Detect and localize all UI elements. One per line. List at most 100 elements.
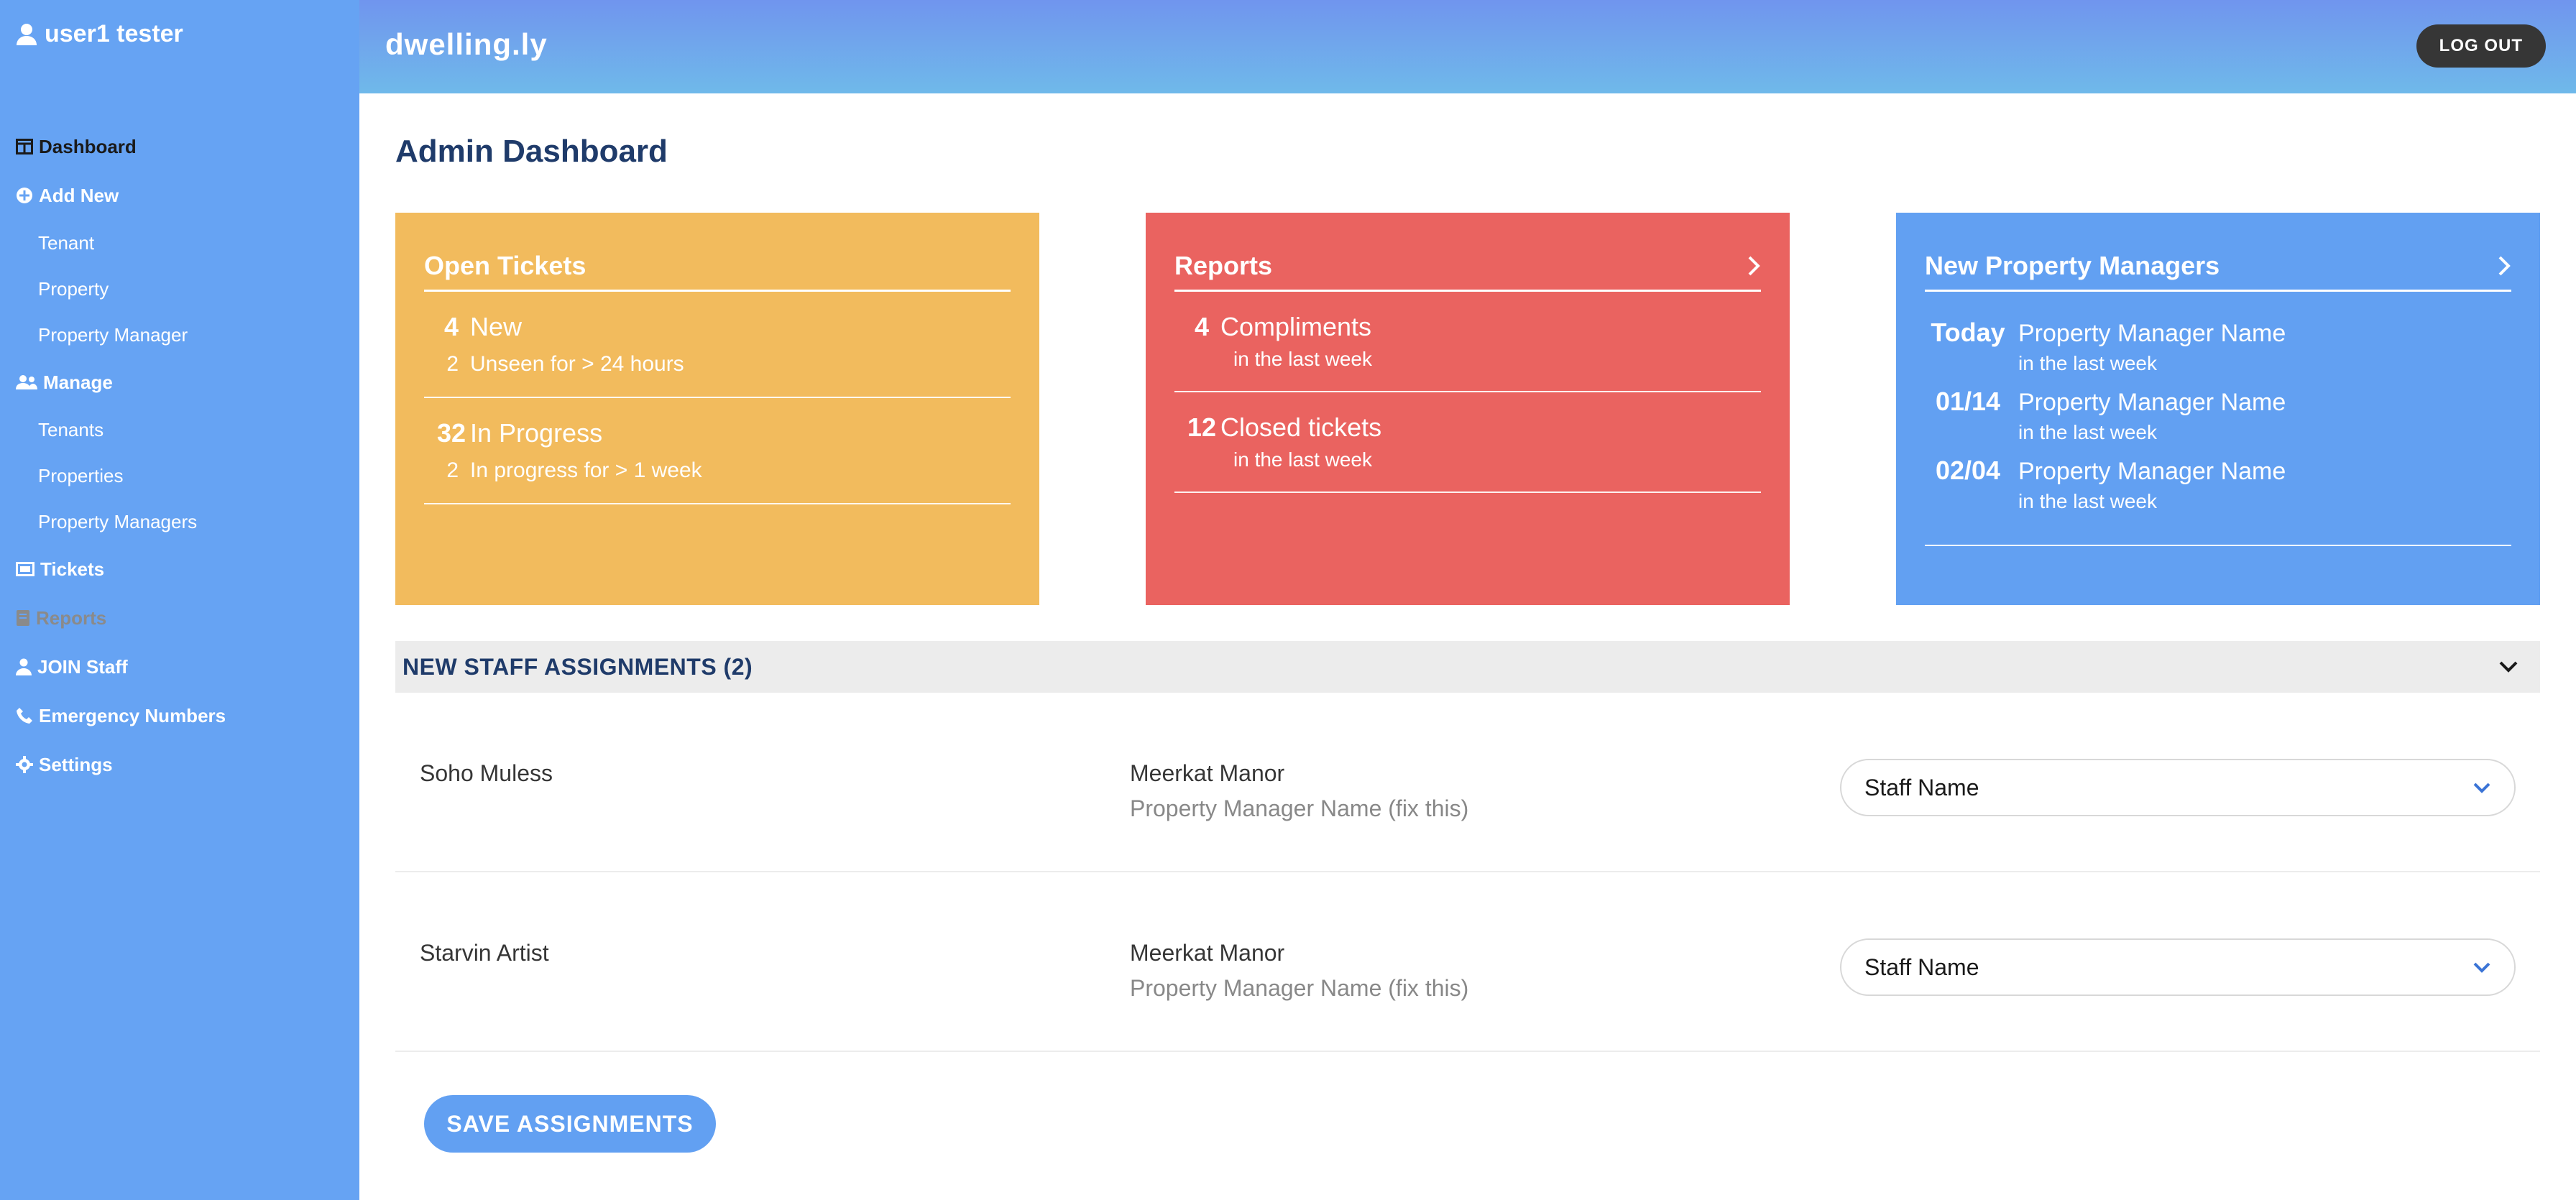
pm-sub: in the last week xyxy=(2018,421,2157,443)
sidebar-item-dashboard[interactable]: Dashboard xyxy=(16,122,354,171)
list-item: Today Property Manager Name xyxy=(1925,318,2511,348)
sidebar-item-label: Add New xyxy=(39,184,119,206)
stat-count: 4 xyxy=(443,312,459,341)
pm-sub: in the last week xyxy=(2018,352,2157,374)
report-stat-closed-tickets: 12 Closed tickets in the last week xyxy=(1174,392,1761,493)
logout-button[interactable]: LOG OUT xyxy=(2416,24,2546,68)
pm-name[interactable]: Property Manager Name xyxy=(2011,458,2286,486)
card-header: New Property Managers xyxy=(1925,241,2511,292)
card-title: Reports xyxy=(1174,250,1273,280)
user-name: user1 tester xyxy=(45,20,183,47)
pm-date: 02/04 xyxy=(1935,456,2001,485)
new-property-managers-card[interactable]: New Property Managers Today Property Man… xyxy=(1896,213,2540,605)
stat-sub-label: in the last week xyxy=(1233,448,1372,471)
staff-select-value: Staff Name xyxy=(1864,954,1979,980)
card-header: Reports xyxy=(1174,241,1761,292)
sidebar-subitem-property-managers[interactable]: Property Managers xyxy=(16,499,354,545)
user-profile[interactable]: user1 tester xyxy=(16,20,183,48)
stat-label: New xyxy=(470,312,523,341)
sidebar-subitem-properties[interactable]: Properties xyxy=(16,453,354,499)
chevron-down-icon[interactable] xyxy=(2498,660,2518,673)
stat-sub-count: 2 xyxy=(446,352,459,376)
save-assignments-button[interactable]: SAVE ASSIGNMENTS xyxy=(424,1095,716,1153)
table-row: Soho Muless Meerkat Manor Property Manag… xyxy=(395,693,2540,872)
sidebar-item-label: Tickets xyxy=(40,558,105,580)
sidebar-nav: Dashboard Add New Tenant Property Proper… xyxy=(16,122,354,789)
app-logo[interactable]: dwelling.ly xyxy=(385,27,548,62)
stat-sub-label: In progress for > 1 week xyxy=(470,458,702,482)
property-manager-name: Property Manager Name (fix this) xyxy=(1130,795,1469,821)
page-title: Admin Dashboard xyxy=(395,134,668,169)
ticket-stat-new: 4 New 2 Unseen for > 24 hours xyxy=(424,292,1011,398)
staff-assignments-header[interactable]: NEW STAFF ASSIGNMENTS (2) xyxy=(395,641,2540,693)
section-title: NEW STAFF ASSIGNMENTS (2) xyxy=(402,653,753,680)
sidebar-item-label: Emergency Numbers xyxy=(39,704,226,726)
open-tickets-card: Open Tickets 4 New 2 Unseen for > 24 hou… xyxy=(395,213,1039,605)
pm-date: Today xyxy=(1931,318,2005,347)
staff-select[interactable]: Staff Name xyxy=(1840,938,2516,996)
property-info: Meerkat Manor Property Manager Name (fix… xyxy=(1130,940,1468,1002)
sidebar-item-label: Reports xyxy=(36,606,107,629)
gear-icon xyxy=(16,756,33,773)
pm-sub: in the last week xyxy=(2018,490,2157,512)
sidebar-item-label: JOIN Staff xyxy=(37,655,128,678)
card-header: Open Tickets xyxy=(424,241,1011,292)
user-icon xyxy=(16,23,37,46)
property-manager-list: Today Property Manager Name in the last … xyxy=(1925,292,2511,546)
chevron-right-icon[interactable] xyxy=(2497,254,2511,277)
sidebar-item-emergency-numbers[interactable]: Emergency Numbers xyxy=(16,691,354,740)
staff-select-value: Staff Name xyxy=(1864,774,1979,800)
phone-icon xyxy=(16,707,33,724)
top-header: dwelling.ly LOG OUT xyxy=(359,0,2576,93)
sidebar-item-tickets[interactable]: Tickets xyxy=(16,545,354,594)
tenant-name: Soho Muless xyxy=(420,760,553,786)
stat-count: 4 xyxy=(1194,312,1209,341)
sidebar-item-label: Settings xyxy=(39,753,113,775)
stat-label: In Progress xyxy=(470,418,603,448)
sidebar-item-reports[interactable]: Reports xyxy=(16,594,354,642)
person-icon xyxy=(16,658,32,675)
stat-label: Compliments xyxy=(1220,312,1372,341)
list-item: 02/04 Property Manager Name xyxy=(1925,456,2511,486)
pm-date: 01/14 xyxy=(1935,387,2001,416)
users-icon xyxy=(16,374,37,390)
list-item: 01/14 Property Manager Name xyxy=(1925,387,2511,417)
sidebar-subitem-property-manager[interactable]: Property Manager xyxy=(16,312,354,358)
stat-count: 32 xyxy=(437,418,466,448)
staff-select[interactable]: Staff Name xyxy=(1840,759,2516,816)
pm-name[interactable]: Property Manager Name xyxy=(2011,320,2286,348)
stat-label: Closed tickets xyxy=(1220,412,1382,442)
chevron-down-icon xyxy=(2472,961,2491,973)
report-stat-compliments: 4 Compliments in the last week xyxy=(1174,292,1761,392)
property-manager-name: Property Manager Name (fix this) xyxy=(1130,975,1469,1001)
table-row: Starvin Artist Meerkat Manor Property Ma… xyxy=(395,872,2540,1052)
plus-circle-icon xyxy=(16,187,33,204)
card-title: Open Tickets xyxy=(424,250,586,280)
sidebar-item-label: Dashboard xyxy=(39,135,137,157)
sidebar-item-manage[interactable]: Manage xyxy=(16,358,354,407)
reports-card[interactable]: Reports 4 Compliments in the last week 1… xyxy=(1146,213,1790,605)
stat-count: 12 xyxy=(1187,412,1217,442)
sidebar-item-join-staff[interactable]: JOIN Staff xyxy=(16,642,354,691)
pm-name[interactable]: Property Manager Name xyxy=(2011,389,2286,417)
sidebar: user1 tester Dashboard Add New Tenant Pr… xyxy=(0,0,359,1200)
sidebar-item-label: Manage xyxy=(43,371,113,393)
tenant-name: Starvin Artist xyxy=(420,940,549,966)
stat-sub-count: 2 xyxy=(446,458,459,482)
dashboard-icon xyxy=(16,139,33,154)
sidebar-subitem-property[interactable]: Property xyxy=(16,266,354,312)
stat-sub-label: Unseen for > 24 hours xyxy=(470,352,684,376)
card-title: New Property Managers xyxy=(1925,250,2220,280)
sidebar-subitem-tenants[interactable]: Tenants xyxy=(16,407,354,453)
property-name: Meerkat Manor xyxy=(1130,940,1285,966)
property-info: Meerkat Manor Property Manager Name (fix… xyxy=(1130,760,1468,822)
sidebar-item-settings[interactable]: Settings xyxy=(16,740,354,789)
book-icon xyxy=(16,609,30,627)
sidebar-subitem-tenant[interactable]: Tenant xyxy=(16,220,354,266)
stat-sub-label: in the last week xyxy=(1233,348,1372,370)
sidebar-item-add-new[interactable]: Add New xyxy=(16,171,354,220)
ticket-stat-in-progress: 32 In Progress 2 In progress for > 1 wee… xyxy=(424,398,1011,504)
chevron-right-icon[interactable] xyxy=(1747,254,1761,277)
property-name: Meerkat Manor xyxy=(1130,760,1285,786)
ticket-icon xyxy=(16,562,34,576)
